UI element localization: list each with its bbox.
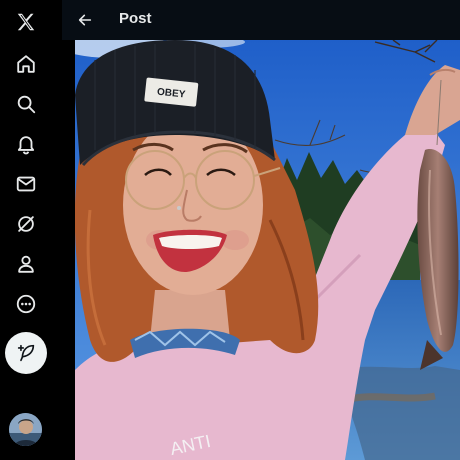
sidebar (0, 0, 62, 460)
bell-icon[interactable] (6, 124, 46, 164)
mail-icon[interactable] (6, 164, 46, 204)
post-detail: Post OBEY ANTI (62, 0, 460, 460)
search-icon[interactable] (6, 84, 46, 124)
avatar[interactable] (9, 413, 42, 446)
arrow-left-icon (78, 14, 92, 26)
post-photo[interactable]: OBEY ANTI (75, 40, 460, 460)
feather-plus-icon (17, 344, 35, 362)
post-button[interactable] (5, 332, 47, 374)
person-icon[interactable] (6, 244, 46, 284)
back-button[interactable] (70, 5, 100, 35)
page-title: Post (119, 10, 152, 27)
fishing-selfie-image: OBEY ANTI (75, 40, 460, 460)
more-circle-icon[interactable] (6, 284, 46, 324)
grok-icon[interactable] (6, 204, 46, 244)
x-logo-icon[interactable] (6, 2, 46, 42)
home-icon[interactable] (6, 44, 46, 84)
post-header: Post (62, 0, 460, 40)
